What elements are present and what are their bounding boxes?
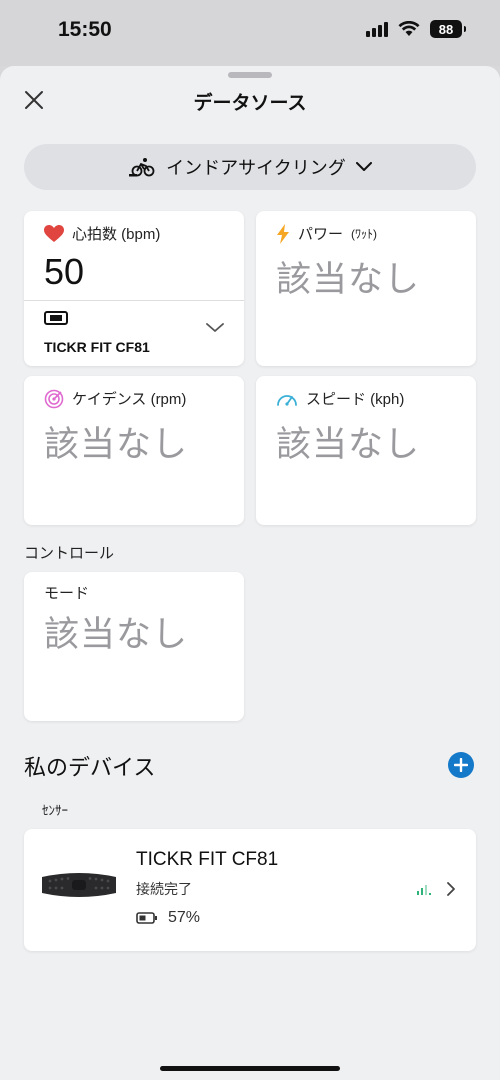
speedometer-icon <box>277 394 297 406</box>
cadence-icon <box>44 389 64 408</box>
activity-selector[interactable]: インドアサイクリング <box>24 144 476 190</box>
speed-value: 該当なし <box>276 425 421 464</box>
battery-level-icon <box>136 912 157 924</box>
status-time: 15:50 <box>58 18 112 41</box>
chevron-right-icon[interactable] <box>446 881 456 897</box>
device-battery-row: 57% <box>136 909 200 927</box>
heart-icon <box>44 224 64 242</box>
my-devices-title: 私のデバイス <box>24 755 156 780</box>
device-row[interactable]: TICKR FIT CF81 接続完了 57% <box>24 829 476 951</box>
device-name: TICKR FIT CF81 <box>136 849 279 870</box>
heart-rate-card[interactable]: 心拍数 (bpm) 50 TICKR FIT CF81 <box>24 211 244 366</box>
sensor-section-label: ｾﾝｻｰ <box>42 803 68 818</box>
cadence-label-row: ケイデンス (rpm) <box>44 388 186 409</box>
device-battery-level: 57% <box>168 909 201 926</box>
status-bar: 15:50 88 <box>0 0 500 66</box>
chevron-down-icon[interactable] <box>206 323 224 333</box>
status-icons: 88 <box>366 20 466 38</box>
lightning-icon <box>277 223 289 244</box>
activity-label: インドアサイクリング <box>166 158 346 178</box>
speed-card[interactable]: スピード (kph) 該当なし <box>256 376 476 525</box>
heart-rate-sensor-name: TICKR FIT CF81 <box>44 339 150 355</box>
power-card[interactable]: パワー (ﾜｯﾄ) 該当なし <box>256 211 476 366</box>
cadence-label: ケイデンス (rpm) <box>72 391 187 408</box>
power-label: パワー <box>298 226 344 243</box>
cadence-card[interactable]: ケイデンス (rpm) 該当なし <box>24 376 244 525</box>
heart-rate-label: 心拍数 (bpm) <box>72 226 161 243</box>
indoor-cycling-icon <box>129 158 155 177</box>
power-value: 該当なし <box>276 260 421 299</box>
heart-rate-label-row: 心拍数 (bpm) <box>44 223 160 244</box>
chevron-down-icon <box>355 162 372 171</box>
mode-value: 該当なし <box>44 615 189 654</box>
cellular-signal-icon <box>366 21 388 37</box>
power-unit: (ﾜｯﾄ) <box>351 227 378 241</box>
divider <box>24 300 244 301</box>
mode-card[interactable]: モード 該当なし <box>24 572 244 721</box>
data-source-sheet: データソース インドアサイクリング 心拍数 (bpm) 50 TICKR FIT <box>0 66 500 1080</box>
mode-label: モード <box>44 585 90 602</box>
speed-label: スピード (kph) <box>306 391 405 408</box>
home-indicator <box>160 1066 340 1071</box>
sheet-grabber[interactable] <box>228 72 272 78</box>
cadence-value: 該当なし <box>44 425 189 464</box>
heart-rate-strap-icon <box>44 311 68 325</box>
sheet-title: データソース <box>193 93 307 114</box>
add-device-button[interactable] <box>448 752 474 778</box>
heart-rate-strap-image <box>42 873 116 897</box>
device-status: 接続完了 <box>136 881 192 897</box>
power-label-row: パワー (ﾜｯﾄ) <box>276 223 377 244</box>
battery-icon: 88 <box>430 20 466 38</box>
mode-label-row: モード <box>44 582 89 603</box>
signal-strength-icon <box>417 885 431 895</box>
speed-label-row: スピード (kph) <box>276 388 404 409</box>
heart-rate-value: 50 <box>44 251 85 292</box>
plus-icon <box>454 758 468 772</box>
wifi-icon <box>398 21 420 36</box>
controls-section-label: コントロール <box>24 545 115 562</box>
